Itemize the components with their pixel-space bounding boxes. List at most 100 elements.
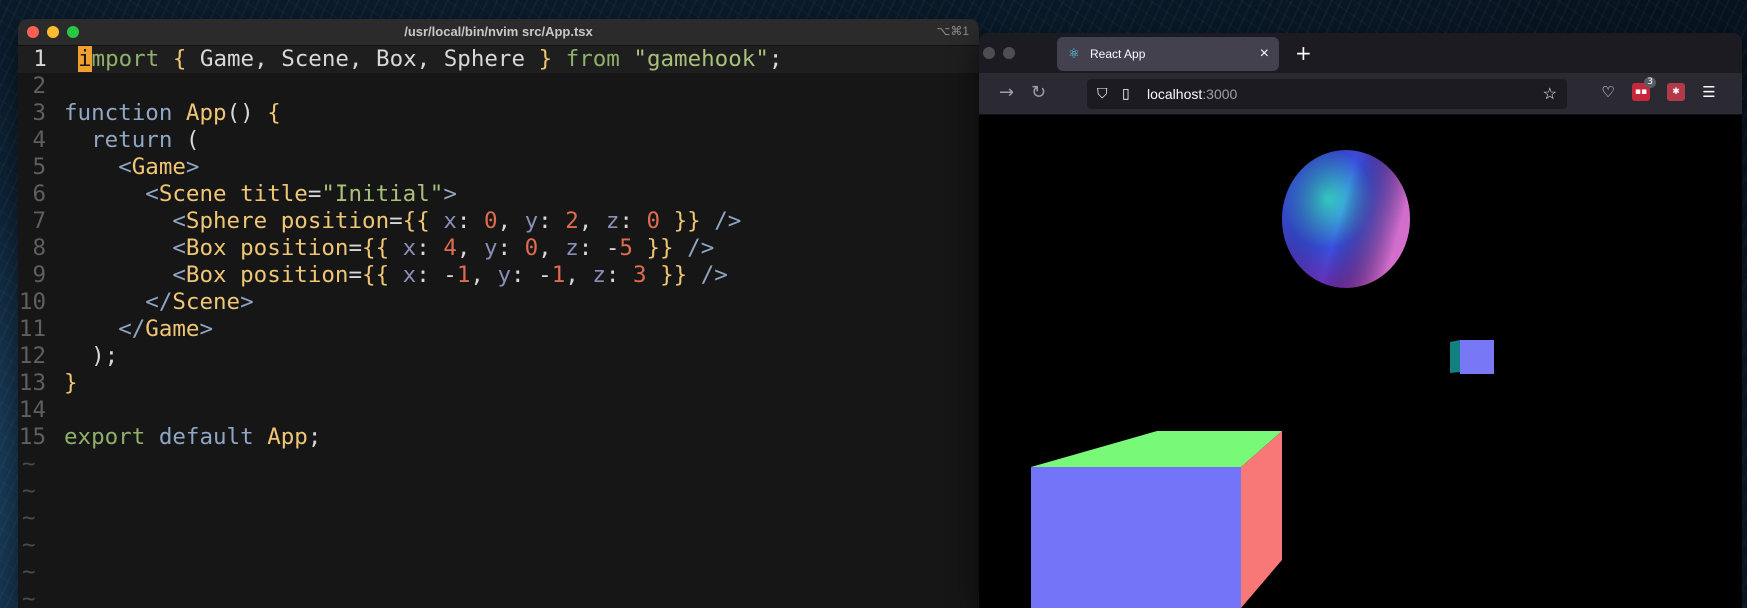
code-line[interactable]: 8 <Box position={{ x: 4, y: 0, z: -5 }} … xyxy=(18,235,979,262)
extension-icon[interactable]: ▪▪ 3 xyxy=(1632,77,1656,101)
line-number: 4 xyxy=(32,127,46,153)
code-token: App xyxy=(267,424,308,450)
code-line[interactable]: 1 import { Game, Scene, Box, Sphere } fro… xyxy=(18,46,979,73)
code-token: : - xyxy=(416,262,457,288)
code-token: }} xyxy=(673,208,701,234)
code-token: > xyxy=(185,154,200,180)
code-token: position xyxy=(280,208,390,234)
code-token: = xyxy=(348,235,363,261)
code-token: : - xyxy=(578,235,620,261)
extension-badge: 3 xyxy=(1644,77,1656,88)
tab-strip: ⚛ React App × + xyxy=(979,33,1742,73)
address-bar[interactable]: ⛉ ▯ localhost:3000 ☆ xyxy=(1087,79,1567,109)
line-number: 3 xyxy=(32,100,46,126)
extension-bug-icon[interactable]: ✱ xyxy=(1667,83,1685,101)
line-number: 2 xyxy=(32,73,46,99)
code-text: return ( xyxy=(64,127,199,153)
code-token: {{ xyxy=(362,262,390,288)
pocket-icon[interactable]: ♡ xyxy=(1599,83,1617,101)
code-text: <Scene title="Initial"> xyxy=(64,181,457,207)
tilde-marker: ~ xyxy=(22,586,36,608)
three-scene-canvas[interactable] xyxy=(979,115,1742,608)
code-line[interactable]: 13} xyxy=(18,370,979,397)
code-token: 1 xyxy=(551,262,566,288)
code-token: > xyxy=(443,181,457,207)
code-token: y xyxy=(483,235,498,261)
code-line[interactable]: 14 xyxy=(18,397,979,424)
page-viewport[interactable] xyxy=(979,115,1742,608)
code-token: = xyxy=(307,181,322,207)
bookmark-star-icon[interactable]: ☆ xyxy=(1543,84,1557,104)
code-line[interactable]: 15 export default App; xyxy=(18,424,979,451)
code-text: export default App; xyxy=(64,424,321,450)
code-editor[interactable]: 1 import { Game, Scene, Box, Sphere } fro… xyxy=(18,46,979,608)
code-token: ); xyxy=(64,343,119,369)
new-tab-button[interactable]: + xyxy=(1295,41,1312,65)
code-token: : xyxy=(605,262,633,288)
code-line[interactable]: 9 <Box position={{ x: -1, y: -1, z: 3 }}… xyxy=(18,262,979,289)
line-number: 1 xyxy=(33,46,47,72)
code-token: < xyxy=(118,154,132,180)
code-token: } xyxy=(538,46,553,72)
line-number: 10 xyxy=(18,289,46,315)
code-token: < xyxy=(172,208,186,234)
code-line[interactable]: 11 </Game> xyxy=(18,316,979,343)
code-line[interactable]: 5 <Game> xyxy=(18,154,979,181)
terminal-titlebar[interactable]: /usr/local/bin/nvim src/App.tsx ⌥⌘1 xyxy=(18,19,979,46)
code-token: 5 xyxy=(619,235,633,261)
menu-icon[interactable]: ☰ xyxy=(1700,83,1718,101)
reload-icon[interactable]: ↻ xyxy=(1031,82,1046,103)
code-text: } xyxy=(64,370,78,396)
tab-react-app[interactable]: ⚛ React App × xyxy=(1057,37,1279,71)
terminal-shortcut: ⌥⌘1 xyxy=(936,24,969,38)
code-token: /> xyxy=(700,262,728,288)
code-text: <Box position={{ x: 4, y: 0, z: -5 }} /> xyxy=(64,235,714,261)
code-line[interactable]: 10 </Scene> xyxy=(18,289,979,316)
code-line[interactable]: 7 <Sphere position={{ x: 0, y: 2, z: 0 }… xyxy=(18,208,979,235)
code-token: 0 xyxy=(646,208,661,234)
code-token: 1 xyxy=(456,262,471,288)
forward-arrow-icon[interactable]: → xyxy=(999,82,1014,103)
shield-icon[interactable]: ⛉ xyxy=(1097,85,1108,102)
close-window-button[interactable] xyxy=(983,47,995,59)
close-tab-icon[interactable]: × xyxy=(1260,45,1269,63)
code-token: y xyxy=(524,208,539,234)
code-token: Scene xyxy=(158,181,227,207)
code-text: </Game> xyxy=(64,316,213,342)
code-token: /> xyxy=(714,208,742,234)
react-logo-icon: ⚛ xyxy=(1068,46,1080,61)
url-text[interactable]: localhost:3000 xyxy=(1147,86,1237,102)
code-token: {{ xyxy=(402,208,430,234)
code-token: "Initial" xyxy=(321,181,444,207)
minimize-window-button[interactable] xyxy=(1003,47,1015,59)
line-number: 13 xyxy=(18,370,46,396)
terminal-title: /usr/local/bin/nvim src/App.tsx xyxy=(404,24,593,39)
code-token: 3 xyxy=(632,262,647,288)
code-token: Sphere xyxy=(185,208,268,234)
code-line[interactable]: 2 xyxy=(18,73,979,100)
code-token: Game xyxy=(131,154,186,180)
code-line[interactable]: 6 <Scene title="Initial"> xyxy=(18,181,979,208)
code-token: x xyxy=(443,208,457,234)
code-token: ; xyxy=(307,424,322,450)
code-line[interactable]: 3 function App() { xyxy=(18,100,979,127)
code-line[interactable]: 4 return ( xyxy=(18,127,979,154)
line-number: 7 xyxy=(32,208,46,234)
code-token: Scene xyxy=(172,289,241,315)
line-number: 12 xyxy=(18,343,46,369)
code-token: > xyxy=(199,316,214,342)
code-line[interactable]: 12 ); xyxy=(18,343,979,370)
code-token: z xyxy=(605,208,620,234)
